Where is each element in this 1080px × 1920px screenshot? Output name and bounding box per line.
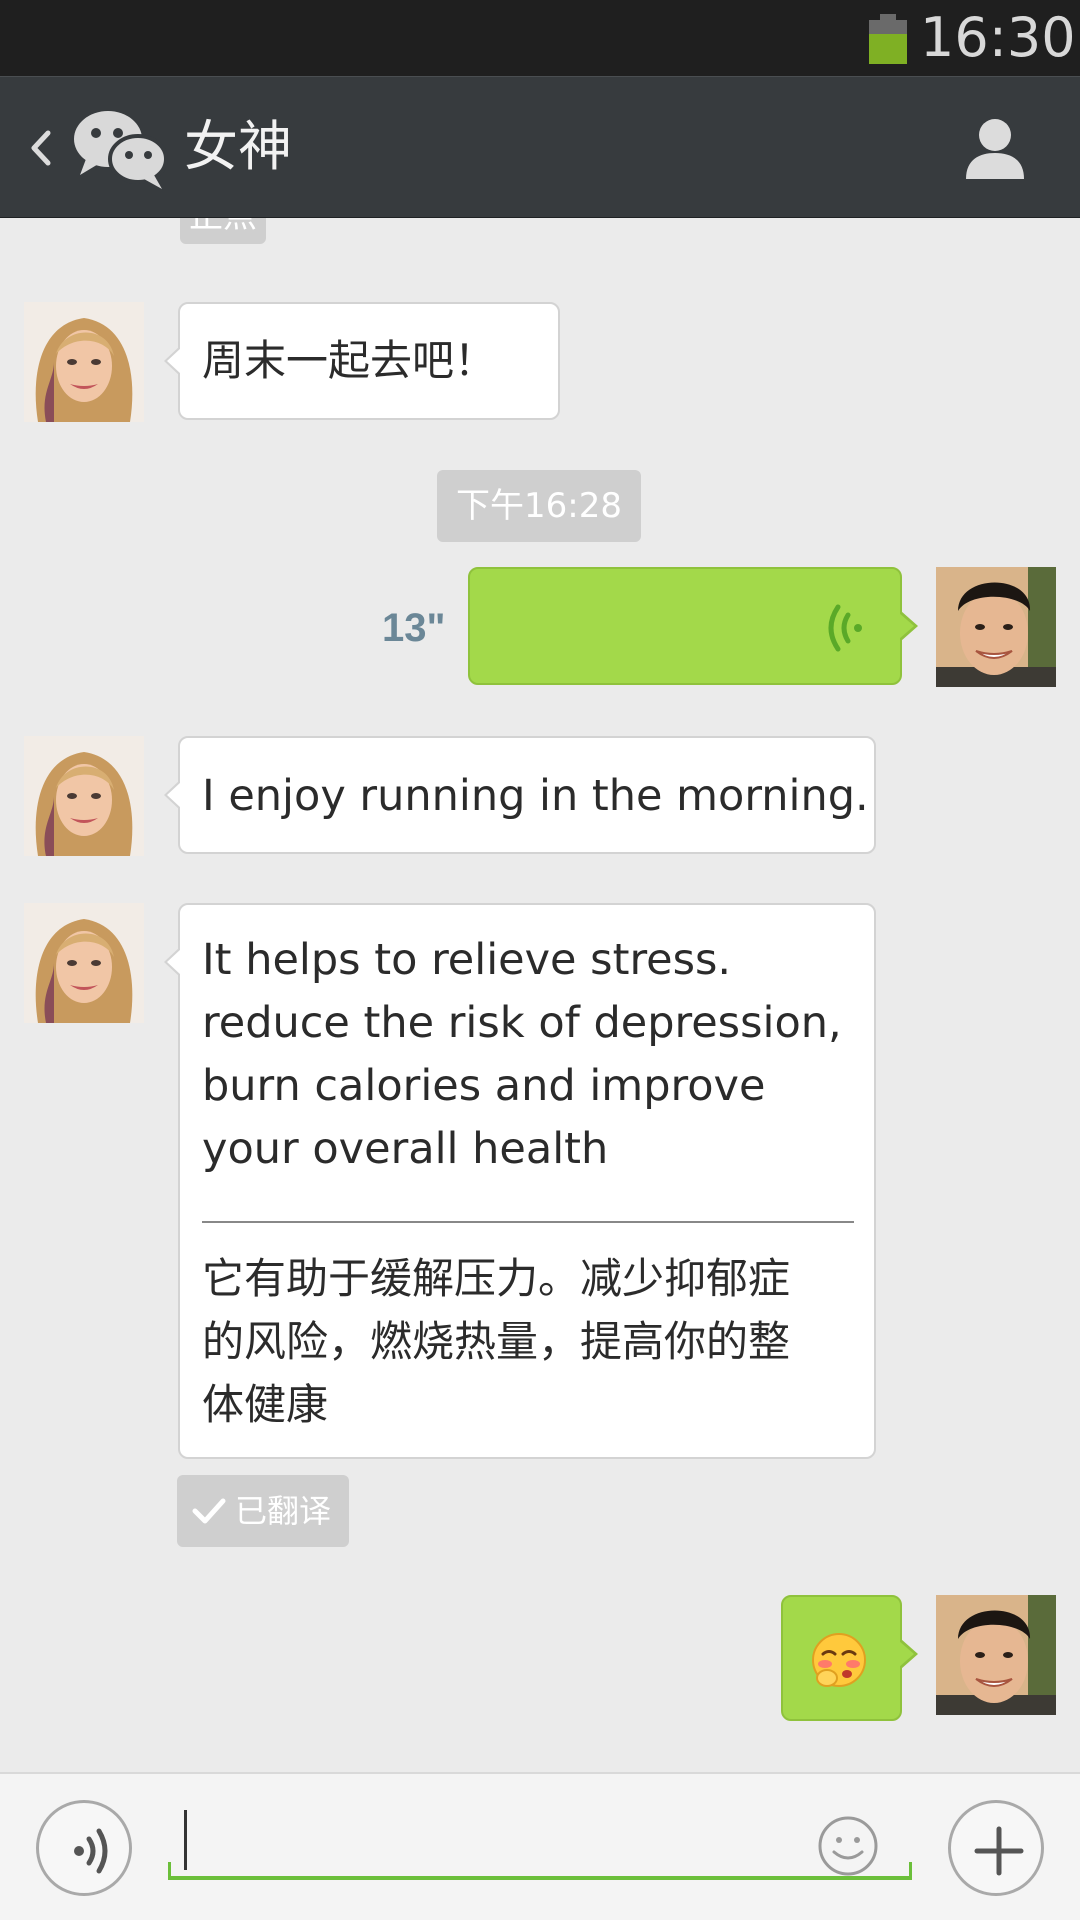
check-icon — [192, 1498, 226, 1524]
plus-icon — [974, 1826, 1024, 1876]
text-cursor — [184, 1810, 187, 1870]
chevron-left-icon — [31, 130, 51, 166]
status-time: 16:30 — [920, 6, 1076, 69]
timestamp-chip: 下午16:28 — [437, 470, 641, 542]
blushing-emoji-icon — [812, 1633, 866, 1687]
title-bar: 女神 — [0, 76, 1080, 218]
emoji-button[interactable] — [816, 1814, 880, 1878]
contact-avatar[interactable] — [24, 302, 144, 422]
voice-wave-icon — [828, 604, 862, 652]
smiley-icon — [818, 1816, 878, 1876]
outgoing-emoji-message[interactable] — [781, 1595, 918, 1721]
more-options-button[interactable] — [948, 1800, 1044, 1896]
input-bar — [0, 1772, 1080, 1920]
voice-input-button[interactable] — [36, 1800, 132, 1896]
user-avatar[interactable] — [936, 567, 1056, 687]
translation-text: 它有助于缓解压力。减少抑郁症 的风险，燃烧热量，提高你的整 体健康 — [202, 1254, 791, 1429]
profile-button[interactable] — [960, 113, 1030, 183]
translation-divider — [202, 1221, 854, 1223]
wechat-logo-icon — [70, 103, 170, 193]
voice-duration: 13" — [382, 606, 446, 650]
timestamp-chip: 正点 — [180, 218, 266, 244]
contact-avatar[interactable] — [24, 903, 144, 1023]
message-input[interactable] — [168, 1792, 912, 1880]
status-bar: 16:30 — [0, 0, 1080, 76]
chat-title: 女神 — [184, 115, 292, 178]
contact-avatar[interactable] — [24, 736, 144, 856]
incoming-message[interactable]: 周末一起去吧！ — [164, 302, 560, 420]
incoming-message-translated[interactable]: It helps to relieve stress. reduce the r… — [164, 903, 876, 1459]
user-avatar[interactable] — [936, 1595, 1056, 1715]
voice-input-icon — [74, 1828, 108, 1874]
incoming-message[interactable]: I enjoy running in the morning. — [164, 736, 876, 854]
person-icon — [966, 119, 1024, 179]
message-text: It helps to relieve stress. reduce the r… — [202, 935, 842, 1174]
battery-icon — [869, 14, 907, 64]
outgoing-voice-message[interactable] — [468, 567, 918, 685]
chat-area[interactable]: 正点 周末一起去吧！ 下午16:28 13" — [0, 218, 1080, 1772]
translated-status[interactable]: 已翻译 — [177, 1475, 349, 1547]
back-button[interactable] — [22, 115, 62, 181]
